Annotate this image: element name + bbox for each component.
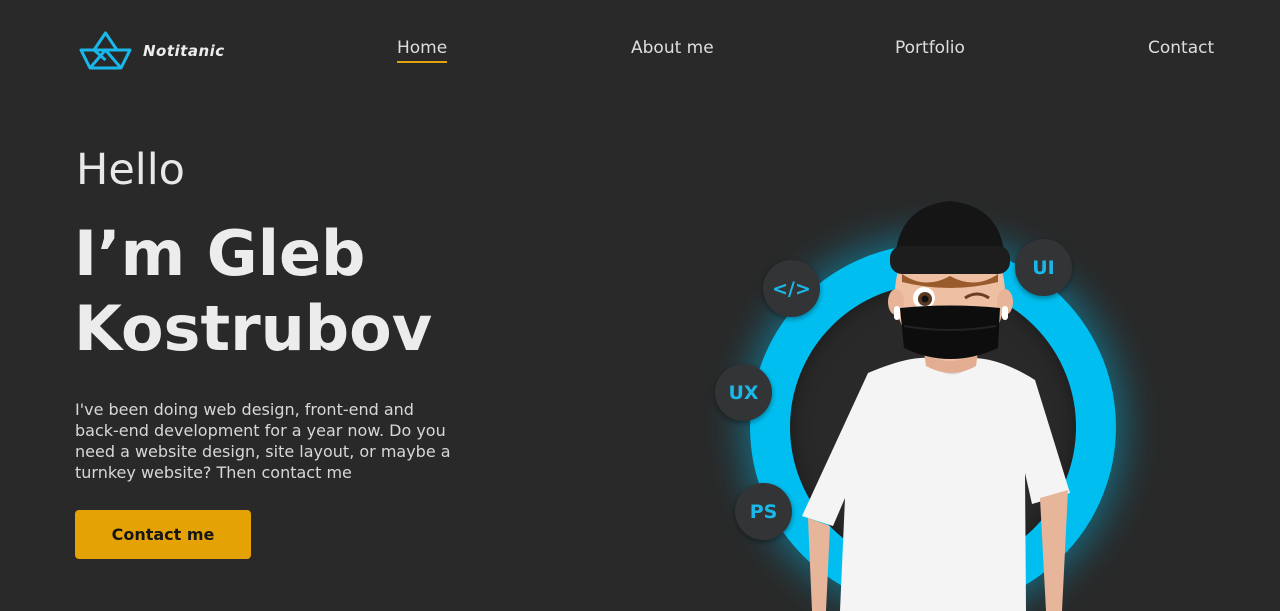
- site-header: Notitanic Home About me Portfolio Contac…: [0, 0, 1280, 100]
- skill-code-bubble: </>: [763, 260, 820, 317]
- skill-ux-bubble: UX: [715, 364, 772, 421]
- contact-me-button[interactable]: Contact me: [75, 510, 251, 559]
- skill-ui-bubble: UI: [1015, 239, 1072, 296]
- hero-name-line1: I’m Gleb: [74, 217, 366, 290]
- nav-portfolio[interactable]: Portfolio: [895, 38, 965, 58]
- hero-name-line2: Kostrubov: [74, 292, 433, 365]
- nav-home[interactable]: Home: [397, 38, 448, 63]
- hero-greeting: Hello: [76, 145, 185, 195]
- hero-visual: </> UI UX PS: [700, 180, 1160, 611]
- brand-name: Notitanic: [143, 42, 225, 60]
- skill-ps-bubble: PS: [735, 483, 792, 540]
- paper-boat-icon: [79, 31, 132, 70]
- brand-logo-link[interactable]: Notitanic: [78, 30, 225, 72]
- hero-intro: I've been doing web design, front-end an…: [75, 400, 451, 482]
- hero-name: I’m Gleb Kostrubov: [74, 216, 432, 366]
- nav-about-me[interactable]: About me: [631, 38, 714, 58]
- nav-contact[interactable]: Contact: [1148, 38, 1214, 58]
